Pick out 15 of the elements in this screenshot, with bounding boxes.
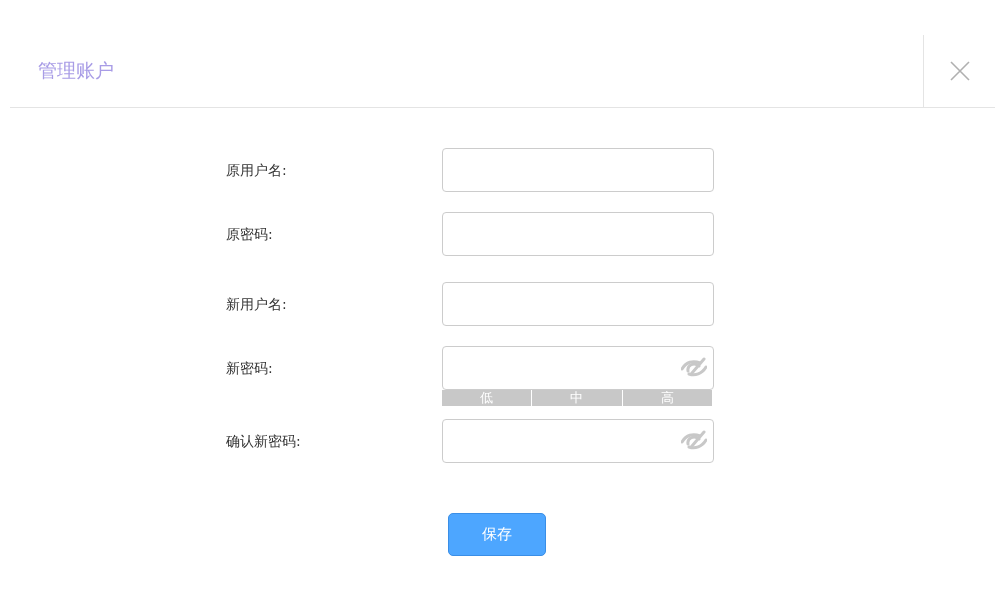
input-field[interactable] xyxy=(442,419,714,463)
save-button[interactable]: 保存 xyxy=(448,513,546,556)
field-label: 新用户名: xyxy=(226,295,288,314)
close-icon[interactable] xyxy=(949,61,970,81)
eye-slash-icon[interactable] xyxy=(681,357,707,379)
input-field[interactable] xyxy=(442,346,714,390)
input-field[interactable] xyxy=(442,148,714,192)
input-field[interactable] xyxy=(442,282,714,326)
field-label: 原用户名: xyxy=(226,161,288,180)
field-label: 新密码: xyxy=(226,359,274,378)
eye-slash-icon[interactable] xyxy=(681,430,707,452)
field-label: 原密码: xyxy=(226,225,274,244)
input-field[interactable] xyxy=(442,212,714,256)
dialog-title: 管理账户 xyxy=(38,58,114,83)
field-label: 确认新密码: xyxy=(226,432,302,451)
